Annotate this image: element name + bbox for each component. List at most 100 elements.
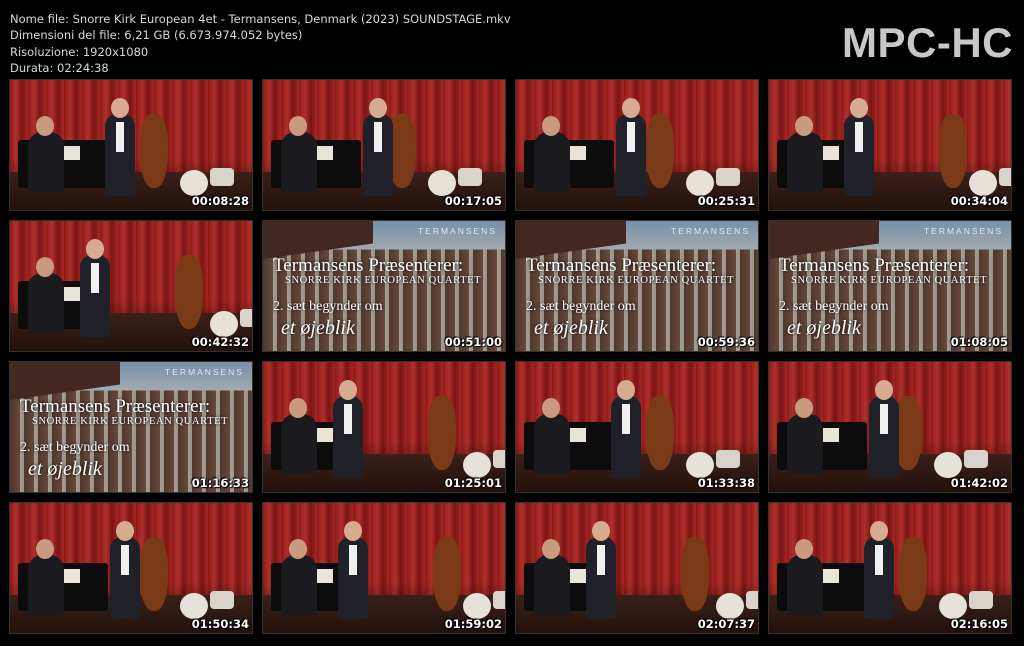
thumbnail[interactable]: 02:07:37 [515,502,759,634]
thumbnail-timestamp: 00:08:28 [191,194,249,208]
brand-text: TERMANSENS [670,226,750,236]
thumbnail-timestamp: 01:50:34 [191,617,249,631]
pianist [787,539,823,615]
thumbnail[interactable]: TERMANSENS Termansens Præsenterer: SNORRE … [768,220,1012,352]
drum-kit [969,156,1011,196]
drum-kit [463,438,505,478]
saxophonist [869,380,899,478]
thumbnail[interactable]: 01:25:01 [262,361,506,493]
drum-kit [686,438,746,478]
title-line: et øjeblik [787,317,861,339]
drum-kit [180,156,240,196]
double-bass [899,537,927,611]
thumbnail[interactable]: 02:16:05 [768,502,1012,634]
drum-kit [939,579,999,619]
pianist [281,398,317,474]
drum-kit [463,579,505,619]
thumbnail[interactable]: 00:34:04 [768,79,1012,211]
thumbnail[interactable]: 00:42:32 [9,220,253,352]
drum-kit [934,438,994,478]
double-bass [646,396,674,470]
title-line: Termansens Præsenterer: [526,255,717,276]
double-bass [681,537,709,611]
thumbnail-timestamp: 02:07:37 [697,617,755,631]
pianist [28,539,64,615]
brand-text: TERMANSENS [164,367,244,377]
thumbnail-timestamp: 00:17:05 [444,194,502,208]
pianist [28,116,64,192]
thumbnail[interactable]: 00:17:05 [262,79,506,211]
thumbnail[interactable]: TERMANSENS Termansens Præsenterer: SNORRE … [262,220,506,352]
title-line: Termansens Præsenterer: [273,255,464,276]
saxophonist [333,380,363,478]
thumbnail[interactable]: 00:08:28 [9,79,253,211]
saxophonist [864,521,894,619]
double-bass [646,114,674,188]
pianist [534,116,570,192]
thumbnail-timestamp: 02:16:05 [950,617,1008,631]
thumbnail[interactable]: 01:33:38 [515,361,759,493]
thumbnail-timestamp: 01:59:02 [444,617,502,631]
title-line: 2. sæt begynder om [273,299,383,314]
double-bass [428,396,456,470]
title-line: Termansens Præsenterer: [779,255,970,276]
saxophonist [80,239,110,337]
pianist [28,257,64,333]
thumbnail-grid: 00:08:28 00:17:05 00:25:31 00:34:04 00:42:32… [9,79,1012,634]
pianist [281,539,317,615]
saxophonist [586,521,616,619]
title-line: 2. sæt begynder om [779,299,889,314]
saxophonist [338,521,368,619]
saxophonist [105,98,135,196]
thumbnail[interactable]: 01:59:02 [262,502,506,634]
title-line: SNORRE KIRK EUROPEAN QUARTET [538,275,735,286]
pianist [787,398,823,474]
thumbnail-timestamp: 01:16:33 [191,476,249,490]
thumbnail[interactable]: 00:25:31 [515,79,759,211]
saxophonist [844,98,874,196]
drum-kit [180,579,240,619]
title-line: et øjeblik [281,317,355,339]
app-logo: MPC-HC [842,19,1013,66]
thumbnail[interactable]: TERMANSENS Termansens Præsenterer: SNORRE … [515,220,759,352]
title-line: 2. sæt begynder om [20,440,130,455]
pianist [534,398,570,474]
pianist [787,116,823,192]
double-bass [175,255,203,329]
file-name: Nome file: Snorre Kirk European 4et - Te… [10,12,511,26]
thumbnail[interactable]: 01:50:34 [9,502,253,634]
double-bass [140,537,168,611]
thumbnail-timestamp: 01:33:38 [697,476,755,490]
thumbnail-timestamp: 01:42:02 [950,476,1008,490]
thumbnail[interactable]: 01:42:02 [768,361,1012,493]
file-info: Nome file: Snorre Kirk European 4et - Te… [10,11,511,76]
thumbnail-timestamp: 00:51:00 [444,335,502,349]
drum-kit [716,579,758,619]
thumbnail[interactable]: TERMANSENS Termansens Præsenterer: SNORRE … [9,361,253,493]
title-line: et øjeblik [28,458,102,480]
thumbnail-timestamp: 01:25:01 [444,476,502,490]
double-bass [433,537,461,611]
duration: Durata: 02:24:38 [10,60,109,75]
thumbnail-timestamp: 00:42:32 [191,335,249,349]
title-line: 2. sæt begynder om [526,299,636,314]
saxophonist [616,98,646,196]
double-bass [939,114,967,188]
brand-text: TERMANSENS [923,226,1003,236]
drum-kit [686,156,746,196]
title-line: SNORRE KIRK EUROPEAN QUARTET [791,275,988,286]
drum-kit [428,156,488,196]
title-line: et øjeblik [534,317,608,339]
file-size: Dimensioni del file: 6,21 GB (6.673.974.… [10,28,303,43]
thumbnail-timestamp: 00:25:31 [697,194,755,208]
saxophonist [110,521,140,619]
resolution: Risoluzione: 1920x1080 [10,44,149,59]
pianist [281,116,317,192]
saxophonist [611,380,641,478]
double-bass [140,114,168,188]
brand-text: TERMANSENS [417,226,497,236]
pianist [534,539,570,615]
title-line: SNORRE KIRK EUROPEAN QUARTET [285,275,482,286]
title-line: Termansens Præsenterer: [20,396,211,417]
title-line: SNORRE KIRK EUROPEAN QUARTET [32,416,229,427]
